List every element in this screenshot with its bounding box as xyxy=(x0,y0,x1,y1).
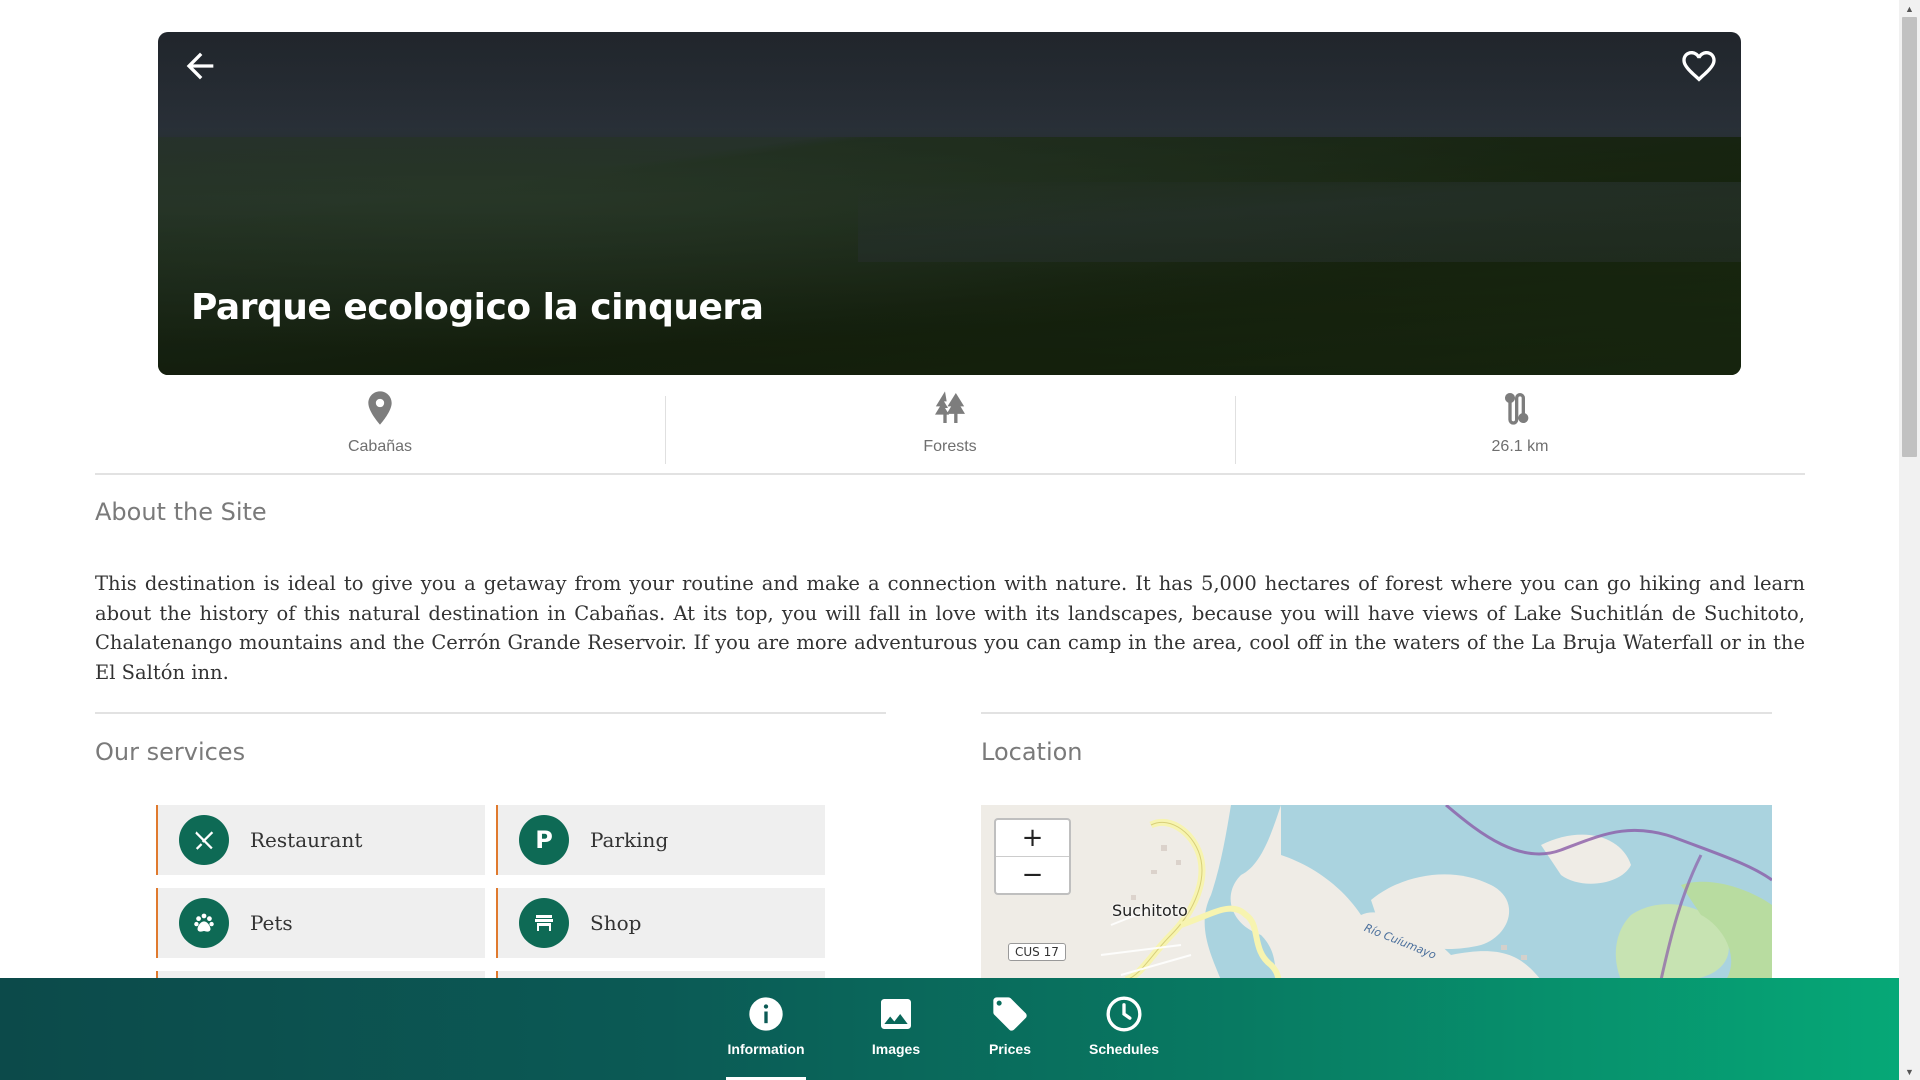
service-restaurant[interactable]: Restaurant xyxy=(156,805,485,875)
parking-icon: P xyxy=(519,815,569,865)
info-item-distance: 26.1 km xyxy=(1235,388,1805,473)
services-divider xyxy=(95,712,886,714)
map-tiles xyxy=(981,805,1772,980)
info-category-label: Forests xyxy=(923,438,977,455)
tab-images[interactable]: Images xyxy=(856,978,936,1080)
clock-icon xyxy=(1106,996,1142,1032)
scroll-up-arrow-icon[interactable]: ▲ xyxy=(1899,0,1920,17)
page-scrollbar[interactable]: ▲ ▼ xyxy=(1899,0,1920,1080)
favorite-button[interactable] xyxy=(1679,46,1719,86)
page: Parque ecologico la cinquera Cabañas For… xyxy=(0,0,1899,1080)
trees-icon xyxy=(935,391,965,423)
info-distance-label: 26.1 km xyxy=(1491,438,1549,455)
zoom-in-button[interactable]: + xyxy=(996,820,1069,856)
service-pets-label: Pets xyxy=(250,911,293,935)
scroll-down-arrow-icon[interactable]: ▼ xyxy=(1899,1063,1920,1080)
page-title: Parque ecologico la cinquera xyxy=(191,287,764,328)
info-icon xyxy=(749,997,783,1031)
location-divider xyxy=(981,712,1772,714)
service-parking-label: Parking xyxy=(590,828,669,852)
zoom-out-button[interactable]: − xyxy=(996,856,1069,892)
back-button[interactable] xyxy=(180,46,220,86)
tab-prices[interactable]: Prices xyxy=(970,978,1050,1080)
tab-prices-label: Prices xyxy=(988,1041,1032,1057)
parking-glyph: P xyxy=(535,826,553,854)
bottom-navigation: Information Images Prices Schedules xyxy=(0,978,1899,1080)
route-icon xyxy=(1504,393,1529,425)
map-pin-icon xyxy=(368,391,392,425)
info-strip: Cabañas Forests 26.1 km xyxy=(95,388,1805,475)
service-shop[interactable]: Shop xyxy=(496,888,825,958)
service-restaurant-label: Restaurant xyxy=(250,828,363,852)
bottom-nav-items: Information Images Prices Schedules xyxy=(726,978,1169,1080)
info-item-location: Cabañas xyxy=(95,388,665,473)
map-zoom-control: + − xyxy=(994,818,1071,895)
tab-schedules-label: Schedules xyxy=(1088,1041,1160,1057)
services-grid: Restaurant P Parking Pets Shop xyxy=(156,805,826,991)
about-heading: About the Site xyxy=(95,498,267,526)
hero-banner: Parque ecologico la cinquera xyxy=(158,32,1741,375)
tab-images-label: Images xyxy=(871,1041,921,1057)
tag-icon xyxy=(993,997,1027,1031)
tab-information[interactable]: Information xyxy=(726,978,806,1080)
paw-icon xyxy=(179,898,229,948)
image-icon xyxy=(881,999,911,1029)
map-road-label: CUS 17 xyxy=(1008,943,1066,961)
info-location-label: Cabañas xyxy=(347,438,413,455)
services-heading: Our services xyxy=(95,738,246,766)
service-shop-label: Shop xyxy=(590,911,642,935)
heart-outline-icon xyxy=(1682,51,1716,82)
store-icon xyxy=(519,898,569,948)
about-description: This destination is ideal to give you a … xyxy=(95,572,1805,684)
info-item-category: Forests xyxy=(665,388,1235,473)
scrollbar-thumb[interactable] xyxy=(1902,17,1917,457)
utensils-icon xyxy=(179,815,229,865)
tab-schedules[interactable]: Schedules xyxy=(1079,978,1169,1080)
map-town-label: Suchitoto xyxy=(1112,901,1188,920)
tab-information-label: Information xyxy=(727,1041,805,1057)
arrow-left-icon xyxy=(186,52,214,80)
service-pets[interactable]: Pets xyxy=(156,888,485,958)
location-heading: Location xyxy=(981,738,1083,766)
location-map[interactable]: + − Suchitoto CUS 17 Río Cuíumayo xyxy=(981,805,1772,980)
service-parking[interactable]: P Parking xyxy=(496,805,825,875)
